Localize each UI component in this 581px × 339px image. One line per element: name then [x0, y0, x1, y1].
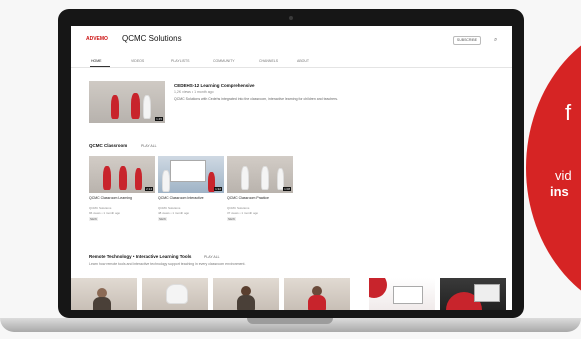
figure — [261, 166, 269, 190]
channel-name: QCMC Solutions — [122, 34, 182, 43]
promo-fragment-mid: vid — [555, 168, 572, 183]
hand — [166, 284, 188, 304]
figure — [131, 93, 140, 119]
video-thumbnail[interactable] — [213, 278, 279, 310]
featured-duration: 1:45 — [155, 117, 163, 121]
search-icon[interactable]: ⌕ — [494, 37, 497, 44]
featured-video-thumbnail[interactable]: 1:45 — [89, 81, 165, 123]
channel-logo[interactable]: ADVEMO — [86, 36, 108, 42]
promo-circle — [526, 18, 581, 318]
figure — [162, 170, 170, 192]
section-title[interactable]: Remote Technology • Interactive Learning… — [89, 254, 191, 259]
featured-description: QCMC Solutions with Cedehs integrated in… — [174, 97, 338, 101]
figure — [143, 95, 151, 119]
video-thumbnail[interactable] — [369, 278, 435, 310]
video-channel: QCMC Solutions — [158, 206, 181, 210]
active-tab-indicator — [90, 66, 110, 67]
figure — [308, 295, 326, 310]
figure — [241, 166, 249, 190]
video-thumbnail[interactable]: 2:14 — [89, 156, 155, 193]
whiteboard — [170, 160, 206, 182]
new-badge: NEW — [227, 217, 236, 221]
figure — [135, 168, 142, 190]
play-all-button[interactable]: PLAY ALL — [141, 144, 157, 148]
laptop-screen: ADVEMO QCMC Solutions SUBSCRIBE ⌕ HOME V… — [71, 26, 512, 310]
video-views: 48 views • 1 month ago — [158, 211, 190, 215]
video-thumbnail[interactable] — [142, 278, 208, 310]
figure — [103, 166, 111, 190]
tab-about[interactable]: ABOUT — [297, 59, 309, 63]
figure — [237, 295, 255, 310]
subscribe-button[interactable]: SUBSCRIBE — [453, 36, 481, 45]
video-views: 37 views • 1 month ago — [227, 211, 259, 215]
device-graphic — [474, 284, 500, 302]
figure — [93, 297, 111, 310]
play-all-button[interactable]: PLAY ALL — [204, 255, 220, 259]
device-graphic — [393, 286, 423, 304]
red-graphic — [369, 278, 387, 298]
video-views: 96 views • 1 month ago — [89, 211, 121, 215]
video-title[interactable]: QCMC Classroom Interactive — [158, 196, 222, 201]
featured-meta: 1,2K views • 1 month ago — [174, 90, 214, 94]
webcam — [289, 16, 293, 20]
tab-playlists[interactable]: PLAYLISTS — [171, 59, 189, 63]
channel-header: ADVEMO QCMC Solutions SUBSCRIBE ⌕ — [71, 26, 512, 50]
featured-title[interactable]: CEDEHS-12 Learning Comprehensive — [174, 83, 255, 88]
laptop-notch — [247, 318, 333, 324]
new-badge: NEW — [89, 217, 98, 221]
tab-videos[interactable]: VIDEOS — [131, 59, 144, 63]
video-thumbnail[interactable] — [284, 278, 350, 310]
video-channel: QCMC Solutions — [89, 206, 112, 210]
video-duration: 1:32 — [214, 187, 222, 191]
channel-tabs: HOME VIDEOS PLAYLISTS COMMUNITY CHANNELS… — [71, 56, 512, 68]
tab-channels[interactable]: CHANNELS — [259, 59, 278, 63]
video-thumbnail[interactable] — [440, 278, 506, 310]
video-channel: QCMC Solutions — [227, 206, 250, 210]
promo-fragment-bold: ins — [550, 184, 569, 199]
video-thumbnail[interactable]: 1:08 — [227, 156, 293, 193]
video-title[interactable]: QCMC Classroom Learning — [89, 196, 153, 201]
video-thumbnail[interactable]: 1:32 — [158, 156, 224, 193]
section-title[interactable]: QCMC Classroom — [89, 143, 127, 148]
tab-home[interactable]: HOME — [91, 59, 102, 63]
figure — [111, 95, 119, 119]
video-thumbnail[interactable] — [71, 278, 137, 310]
video-duration: 1:08 — [283, 187, 291, 191]
video-title[interactable]: QCMC Classroom Practice — [227, 196, 291, 201]
tab-community[interactable]: COMMUNITY — [213, 59, 235, 63]
video-duration: 2:14 — [145, 187, 153, 191]
new-badge: NEW — [158, 217, 167, 221]
stage: f vid ins ADVEMO QCMC Solutions SUBSCRIB… — [0, 0, 581, 339]
figure — [119, 166, 127, 190]
section-description: Learn how remote tools and interactive t… — [89, 262, 246, 266]
promo-fragment-top: f — [565, 100, 572, 125]
